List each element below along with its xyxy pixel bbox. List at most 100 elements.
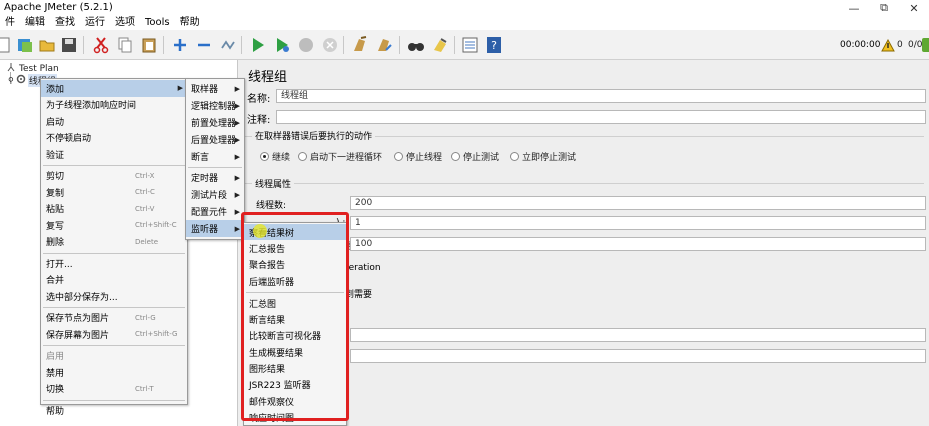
context-menu-item[interactable]: 选中部分保存为... xyxy=(41,288,187,305)
menu-item-shortcut: Ctrl+Shift-C xyxy=(135,221,177,230)
comment-field[interactable] xyxy=(276,110,926,124)
expand-toggle-icon[interactable]: ⚲ xyxy=(8,76,14,85)
menu-item-label: 粘贴 xyxy=(46,205,65,216)
menu-item-label: 打开... xyxy=(46,259,73,270)
startup-delay-field[interactable] xyxy=(350,349,926,363)
add-submenu-item[interactable]: 测试片段 ▶ xyxy=(186,186,244,203)
menu-item-label: 禁用 xyxy=(46,368,65,379)
menu-item-shortcut: Ctrl-T xyxy=(135,384,154,393)
add-submenu-item[interactable]: 配置元件 ▶ xyxy=(186,203,244,220)
collapse-icon[interactable] xyxy=(193,35,215,55)
clear-all-icon[interactable] xyxy=(373,35,395,55)
menu-item-label: 前置处理器 xyxy=(191,119,237,129)
radio-indicator xyxy=(298,152,307,161)
thread-props-section-title: 线程属性 xyxy=(252,177,295,190)
menu-item-label: 帮助 xyxy=(46,406,65,417)
submenu-arrow-icon: ▶ xyxy=(234,190,240,199)
context-menu-item[interactable]: 启动 xyxy=(41,113,187,130)
context-menu-item[interactable]: 禁用 xyxy=(41,364,187,381)
context-menu-item[interactable]: 复制 Ctrl-C xyxy=(41,184,187,201)
cut-icon[interactable] xyxy=(90,35,112,55)
radio-stop-thread[interactable]: 停止线程 xyxy=(394,150,442,163)
add-submenu-item[interactable]: 后置处理器 ▶ xyxy=(186,131,244,148)
menu-tools[interactable]: Tools xyxy=(140,16,175,30)
menu-file[interactable]: 件 xyxy=(0,16,20,30)
copy-icon[interactable] xyxy=(114,35,136,55)
radio-stop-test-now[interactable]: 立即停止测试 xyxy=(510,150,576,163)
menu-item-label: 定时器 xyxy=(191,174,219,184)
ramp-up-field[interactable]: 1 xyxy=(350,216,926,230)
tree-node-label: Test Plan xyxy=(19,63,59,74)
submenu-arrow-icon: ▶ xyxy=(234,118,240,127)
menu-item-label: 保存屏幕为图片 xyxy=(46,330,110,341)
thread-count-field[interactable]: 200 xyxy=(350,196,926,210)
menu-options[interactable]: 选项 xyxy=(110,16,140,30)
menu-search[interactable]: 查找 xyxy=(50,16,80,30)
add-submenu-item[interactable]: 前置处理器 ▶ xyxy=(186,114,244,131)
shutdown-icon[interactable] xyxy=(319,35,341,55)
submenu-arrow-icon: ▶ xyxy=(234,224,240,233)
templates-icon[interactable] xyxy=(14,35,36,55)
close-button[interactable]: ✕ xyxy=(899,0,929,16)
context-menu-item[interactable]: 为子线程添加响应时间 xyxy=(41,97,187,114)
clear-icon[interactable] xyxy=(349,35,371,55)
context-menu-item[interactable]: 剪切 Ctrl-X xyxy=(41,168,187,185)
add-submenu-item[interactable]: 断言 ▶ xyxy=(186,148,244,165)
expand-icon[interactable] xyxy=(169,35,191,55)
add-submenu-item[interactable]: 逻辑控制器 ▶ xyxy=(186,97,244,114)
running-indicator-icon xyxy=(922,38,929,52)
save-icon[interactable] xyxy=(58,35,80,55)
start-icon[interactable] xyxy=(247,35,269,55)
toolbar-separator xyxy=(399,36,400,54)
start-no-pause-icon[interactable] xyxy=(271,35,293,55)
warning-icon[interactable] xyxy=(881,38,895,55)
context-menu-item[interactable]: 启用 xyxy=(41,348,187,365)
context-menu-item[interactable]: 保存屏幕为图片 Ctrl+Shift-G xyxy=(41,326,187,343)
reset-search-icon[interactable] xyxy=(429,35,451,55)
menu-run[interactable]: 运行 xyxy=(80,16,110,30)
open-icon[interactable] xyxy=(36,35,58,55)
context-menu-item[interactable]: 粘贴 Ctrl-V xyxy=(41,201,187,218)
maximize-button[interactable]: ⧉ xyxy=(869,0,899,16)
minimize-button[interactable]: — xyxy=(839,0,869,16)
context-menu-item[interactable]: 打开... xyxy=(41,255,187,272)
menu-item-label: 保存节点为图片 xyxy=(46,314,110,325)
new-icon[interactable] xyxy=(0,35,14,55)
context-menu-item[interactable]: 添加 ▶ xyxy=(41,80,187,97)
context-menu-item[interactable]: 复写 Ctrl+Shift-C xyxy=(41,217,187,234)
context-menu-item[interactable]: 不停顿启动 xyxy=(41,130,187,147)
radio-indicator xyxy=(510,152,519,161)
menu-bar: 件 编辑 查找 运行 选项 Tools 帮助 xyxy=(0,16,929,30)
menu-item-label: 启用 xyxy=(46,352,65,363)
context-menu-item[interactable]: 帮助 xyxy=(41,402,187,419)
elapsed-timer: 00:00:00 xyxy=(840,40,881,50)
context-menu-item[interactable]: 删除 Delete xyxy=(41,234,187,251)
panel-title: 线程组 xyxy=(248,70,288,85)
context-menu-item[interactable]: 合并 xyxy=(41,272,187,289)
radio-indicator xyxy=(260,152,269,161)
radio-start-next-loop[interactable]: 启动下一进程循环 xyxy=(298,150,382,163)
function-helper-icon[interactable] xyxy=(459,35,481,55)
duration-field[interactable] xyxy=(350,328,926,342)
menu-item-label: 配置元件 xyxy=(191,208,228,218)
add-submenu-item[interactable]: 取样器 ▶ xyxy=(186,80,244,97)
add-submenu-item[interactable]: 定时器 ▶ xyxy=(186,169,244,186)
context-menu-item[interactable]: 验证 xyxy=(41,146,187,163)
add-submenu-item[interactable]: 监听器 ▶ xyxy=(186,220,244,237)
help-icon[interactable]: ? xyxy=(483,35,505,55)
name-field[interactable]: 线程组 xyxy=(276,89,926,103)
loop-count-field[interactable]: 100 xyxy=(350,237,926,251)
radio-continue[interactable]: 继续 xyxy=(260,150,290,163)
menu-item-label: 逻辑控制器 xyxy=(191,102,237,112)
add-submenu: 取样器 ▶ 逻辑控制器 ▶ 前置处理器 ▶ 后置处理器 ▶ 断言 ▶ 定时器 ▶ 测试片段 ▶ 配置元件 ▶ 监… xyxy=(185,78,245,240)
menu-edit[interactable]: 编辑 xyxy=(20,16,50,30)
radio-stop-test[interactable]: 停止测试 xyxy=(451,150,499,163)
stop-icon[interactable] xyxy=(295,35,317,55)
context-menu-item[interactable]: 切换 Ctrl-T xyxy=(41,381,187,398)
paste-icon[interactable] xyxy=(138,35,160,55)
toggle-icon[interactable] xyxy=(217,35,239,55)
search-icon[interactable] xyxy=(405,35,427,55)
menu-item-label: 取样器 xyxy=(191,85,219,95)
context-menu-item[interactable]: 保存节点为图片 Ctrl-G xyxy=(41,310,187,327)
menu-help[interactable]: 帮助 xyxy=(175,16,205,30)
